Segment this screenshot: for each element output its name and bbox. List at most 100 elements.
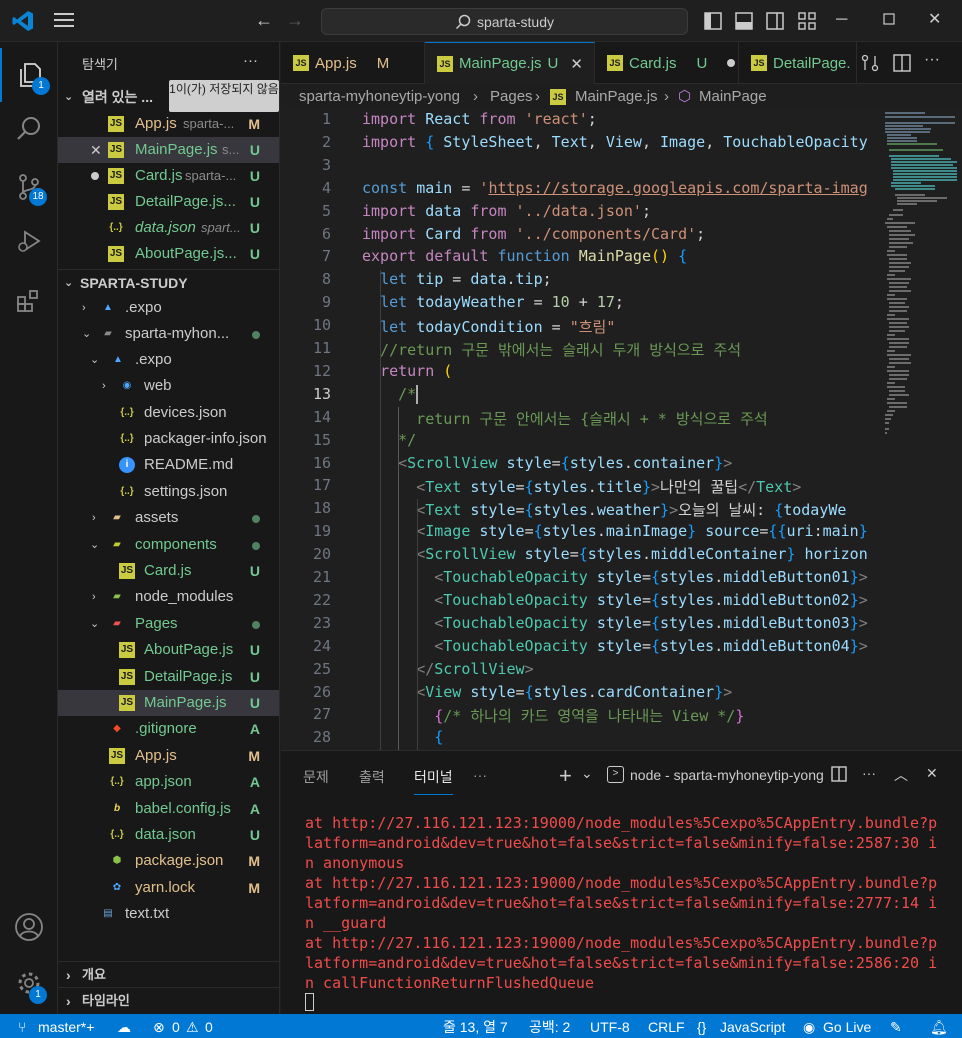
open-editor-item[interactable]: JS Card.js sparta-... U bbox=[58, 163, 279, 189]
cursor-position[interactable]: 줄 13, 열 7 bbox=[443, 1014, 508, 1038]
go-live-button[interactable]: Go Live bbox=[823, 1014, 871, 1038]
tab-output[interactable]: 출력 bbox=[359, 767, 385, 787]
panel-more-tabs[interactable]: ··· bbox=[473, 767, 487, 783]
tab-detailpage-js[interactable]: JS DetailPage. bbox=[739, 42, 857, 84]
close-tab-icon[interactable]: ✕ bbox=[570, 55, 583, 73]
search-activity-icon[interactable] bbox=[0, 102, 58, 156]
outline-header[interactable]: › 개요 bbox=[58, 961, 279, 987]
menu-icon[interactable] bbox=[54, 11, 76, 33]
tree-folder-assets[interactable]: › ▰ assets bbox=[58, 505, 279, 531]
close-editor-icon[interactable]: ✕ bbox=[90, 137, 102, 163]
toggle-primary-sidebar-icon[interactable] bbox=[704, 12, 722, 34]
breadcrumb-file[interactable]: MainPage.js bbox=[575, 84, 658, 110]
notifications-bell-icon[interactable]: 🔔︎ bbox=[930, 1014, 948, 1038]
tab-app-js[interactable]: JS App.js M bbox=[281, 42, 425, 84]
tree-folder-project[interactable]: ⌄ ▰ sparta-myhon... bbox=[58, 321, 279, 347]
open-editor-item[interactable]: JS App.js sparta-... M bbox=[58, 111, 279, 137]
line-ending[interactable]: CRLF bbox=[648, 1014, 685, 1038]
tab-terminal[interactable]: 터미널 bbox=[414, 767, 453, 795]
back-arrow-icon[interactable]: ← bbox=[255, 11, 273, 29]
toggle-panel-icon[interactable] bbox=[735, 12, 753, 34]
breadcrumb-symbol[interactable]: MainPage bbox=[699, 84, 767, 110]
open-editor-item[interactable]: ✕ JS MainPage.js s... U bbox=[58, 137, 279, 163]
minimap[interactable] bbox=[881, 110, 962, 750]
panel-more-actions[interactable]: ··· bbox=[862, 765, 876, 781]
sync-cloud-icon[interactable]: ☁ bbox=[117, 1014, 131, 1038]
tree-file[interactable]: JS DetailPage.js U bbox=[58, 664, 279, 690]
chevron-down-icon: ⌄ bbox=[64, 91, 74, 103]
manage-gear-icon[interactable]: 1 bbox=[0, 956, 58, 1010]
tab-problems[interactable]: 문제 bbox=[303, 767, 329, 787]
timeline-header[interactable]: › 타임라인 bbox=[58, 987, 279, 1013]
maximize-icon[interactable] bbox=[883, 13, 895, 29]
run-debug-activity-icon[interactable] bbox=[0, 214, 58, 268]
code-editor[interactable]: 1 2 3 4 5 6 7 8 9 10 11 12 13 14 15 16 17 18 19 20 21 22 23 24 2… bbox=[281, 110, 962, 750]
tree-folder-components[interactable]: ⌄ ▰ components bbox=[58, 532, 279, 558]
remote-indicator[interactable] bbox=[0, 1014, 10, 1038]
open-editor-item[interactable]: JS AboutPage.js... U bbox=[58, 241, 279, 267]
command-center-search[interactable]: sparta-study bbox=[321, 8, 688, 35]
tree-file[interactable]: b babel.config.js A bbox=[58, 796, 279, 822]
js-file-icon: JS bbox=[109, 748, 125, 764]
maximize-panel-chevron-up-icon[interactable]: ︿ bbox=[894, 765, 908, 785]
encoding[interactable]: UTF-8 bbox=[590, 1014, 630, 1038]
split-editor-icon[interactable] bbox=[893, 54, 911, 76]
tree-file[interactable]: i README.md bbox=[58, 452, 279, 478]
close-window-icon[interactable]: ✕ bbox=[928, 12, 941, 28]
tree-folder-pages[interactable]: ⌄ ▰ Pages bbox=[58, 611, 279, 637]
terminal-name[interactable]: node - sparta-myhoneytip-yong bbox=[630, 767, 824, 783]
error-count[interactable]: 0 bbox=[172, 1014, 180, 1038]
git-branch[interactable]: master*+ bbox=[38, 1014, 94, 1038]
tree-file[interactable]: JS AboutPage.js U bbox=[58, 637, 279, 663]
tree-file[interactable]: ◆ .gitignore A bbox=[58, 716, 279, 742]
line-number: 26 bbox=[312, 682, 331, 701]
tree-file[interactable]: JS Card.js U bbox=[58, 558, 279, 584]
explorer-activity-icon[interactable]: 1 bbox=[0, 48, 58, 102]
open-editor-item[interactable]: {..} data.json spart... U bbox=[58, 215, 279, 241]
tree-file[interactable]: {..} app.json A bbox=[58, 769, 279, 795]
toggle-secondary-sidebar-icon[interactable] bbox=[766, 12, 784, 34]
folder-open-icon: ▰ bbox=[104, 328, 112, 339]
customize-layout-icon[interactable] bbox=[798, 12, 816, 34]
tree-file[interactable]: {..} packager-info.json bbox=[58, 426, 279, 452]
tab-mainpage-js[interactable]: JS MainPage.js U ✕ bbox=[425, 42, 595, 84]
minimize-icon[interactable]: ─ bbox=[836, 12, 847, 28]
feedback-icon[interactable]: ✎ bbox=[890, 1014, 902, 1038]
new-terminal-plus-icon[interactable]: + bbox=[559, 763, 572, 789]
more-actions-icon[interactable]: ··· bbox=[924, 52, 940, 68]
tab-card-js[interactable]: JS Card.js U bbox=[595, 42, 739, 84]
tree-folder-expo-inner[interactable]: ⌄ ▲ .expo bbox=[58, 347, 279, 373]
tree-file[interactable]: JS App.js M bbox=[58, 743, 279, 769]
split-terminal-icon[interactable] bbox=[831, 766, 847, 785]
tree-file[interactable]: {..} data.json U bbox=[58, 822, 279, 848]
tree-file[interactable]: {..} settings.json bbox=[58, 479, 279, 505]
title-bar: ← → sparta-study ─ ✕ bbox=[0, 0, 962, 42]
js-file-icon: JS bbox=[108, 116, 124, 132]
terminal-output[interactable]: at http://27.116.121.123:19000/node_modu… bbox=[305, 813, 945, 993]
tree-folder-expo[interactable]: › ▲ .expo bbox=[58, 295, 279, 321]
indentation[interactable]: 공백: 2 bbox=[529, 1014, 570, 1038]
language-mode[interactable]: JavaScript bbox=[720, 1014, 785, 1038]
breadcrumb-root[interactable]: sparta-myhoneytip-yong bbox=[299, 84, 460, 110]
tree-file[interactable]: ✿ yarn.lock M bbox=[58, 875, 279, 901]
warning-count[interactable]: 0 bbox=[205, 1014, 213, 1038]
terminal-icon: > bbox=[607, 766, 624, 783]
explorer-more-actions[interactable]: ··· bbox=[243, 52, 258, 69]
tree-file[interactable]: ▤ text.txt bbox=[58, 901, 279, 927]
tree-folder-node-modules[interactable]: › ▰ node_modules bbox=[58, 584, 279, 610]
forward-arrow-icon[interactable]: → bbox=[286, 11, 304, 29]
breadcrumb-folder[interactable]: Pages bbox=[490, 84, 533, 110]
open-changes-icon[interactable] bbox=[861, 54, 879, 76]
project-header[interactable]: ⌄ SPARTA-STUDY bbox=[58, 269, 279, 295]
close-panel-icon[interactable]: ✕ bbox=[926, 765, 938, 782]
terminal-dropdown-chevron-icon[interactable]: ⌄ bbox=[581, 765, 593, 782]
tree-file[interactable]: {..} devices.json bbox=[58, 400, 279, 426]
accounts-icon[interactable] bbox=[0, 900, 58, 954]
extensions-activity-icon[interactable] bbox=[0, 274, 58, 328]
open-editor-item[interactable]: JS DetailPage.js... U bbox=[58, 189, 279, 215]
indent-guide bbox=[380, 270, 381, 750]
tree-file-selected[interactable]: JS MainPage.js U bbox=[58, 690, 279, 716]
tree-folder-web[interactable]: › ◉ web bbox=[58, 373, 279, 399]
tree-file[interactable]: ⬢ package.json M bbox=[58, 848, 279, 874]
source-control-activity-icon[interactable]: 18 bbox=[0, 160, 58, 214]
